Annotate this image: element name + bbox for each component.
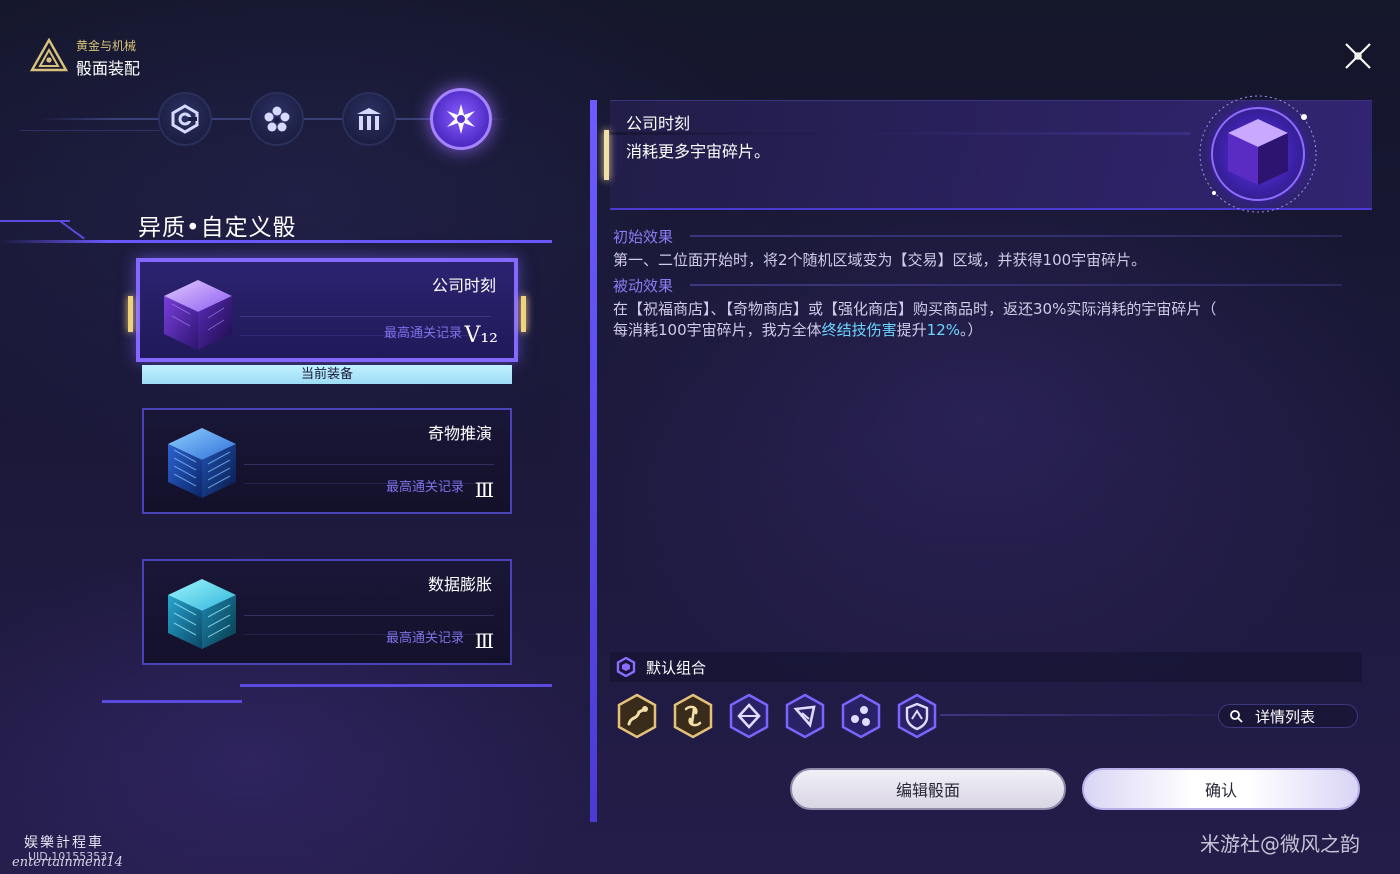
section-rule bbox=[690, 284, 1342, 286]
diamond-icon bbox=[729, 693, 769, 739]
combo-chip-1[interactable] bbox=[614, 693, 660, 739]
category-hex-c-button[interactable] bbox=[158, 92, 212, 146]
section-underline bbox=[0, 240, 552, 243]
passive-effect-text-2: 每消耗100宇宙碎片，我方全体终结技伤害提升12%。） bbox=[613, 320, 1358, 341]
combo-chip-6[interactable] bbox=[894, 693, 940, 739]
pillars-icon bbox=[357, 108, 381, 130]
record-value: V₁₂ bbox=[464, 323, 498, 348]
watermark-script: entertainment14 bbox=[12, 855, 123, 870]
triangle-emblem-icon bbox=[30, 38, 68, 72]
passive-effect-text-segment: 。） bbox=[960, 321, 983, 339]
confirm-label: 确认 bbox=[1204, 781, 1237, 800]
passive-effect-text-segment: 每消耗100宇宙碎片，我方全体 bbox=[613, 321, 822, 339]
category-flower-button[interactable] bbox=[250, 92, 304, 146]
section-title: 异质•自定义骰 bbox=[138, 215, 297, 241]
selection-marker-right bbox=[521, 296, 526, 332]
combo-chip-3[interactable] bbox=[726, 693, 772, 739]
dice-name: 公司时刻 bbox=[431, 276, 496, 295]
decor-line bbox=[59, 220, 85, 240]
combo-chip-2[interactable] bbox=[670, 693, 716, 739]
combo-chip-4[interactable] bbox=[782, 693, 828, 739]
highlight-value: 12% bbox=[926, 321, 961, 339]
category-pillars-button[interactable] bbox=[342, 92, 396, 146]
edit-dice-label: 编辑骰面 bbox=[895, 781, 960, 800]
watermark-right: 米游社@微风之韵 bbox=[1200, 832, 1360, 856]
initial-effect-text: 第一、二位面开始时，将2个随机区域变为【交易】区域，并获得100宇宙碎片。 bbox=[613, 251, 1147, 269]
flag-icon bbox=[785, 693, 825, 739]
confirm-button[interactable]: 确认 bbox=[1082, 768, 1360, 810]
shield-icon bbox=[897, 693, 937, 739]
passive-effect-label: 被动效果 bbox=[613, 277, 674, 295]
cyan-cube-icon bbox=[168, 579, 236, 649]
detail-list-button[interactable]: 详情列表 bbox=[1218, 704, 1358, 728]
record-value: Ⅲ bbox=[474, 478, 494, 502]
initial-effect-label: 初始效果 bbox=[613, 228, 674, 246]
header-subtitle: 黄金与机械 bbox=[76, 39, 137, 53]
header-marker bbox=[604, 130, 609, 180]
watermark-left: 娱樂計程車 bbox=[24, 835, 104, 851]
decor-line bbox=[940, 714, 1220, 716]
detail-title: 公司时刻 bbox=[626, 114, 691, 133]
hex-c-icon bbox=[171, 104, 199, 134]
combo-header-bar bbox=[610, 652, 1362, 682]
dice-card[interactable]: 数据膨胀 最高通关记录 Ⅲ bbox=[142, 559, 512, 665]
record-label: 最高通关记录 bbox=[385, 480, 464, 495]
dice-card-selected[interactable]: 公司时刻 最高通关记录 V₁₂ bbox=[128, 258, 526, 362]
category-star-burst-button[interactable] bbox=[430, 88, 492, 150]
dice-name: 数据膨胀 bbox=[427, 575, 492, 594]
combo-title: 默认组合 bbox=[646, 659, 707, 677]
flower-icon bbox=[264, 106, 290, 132]
decor-line bbox=[102, 700, 242, 703]
decor-line bbox=[610, 132, 1190, 135]
detail-tagline: 消耗更多宇宙碎片。 bbox=[626, 142, 771, 161]
arrow-path-icon bbox=[617, 693, 657, 739]
passive-effect-text-segment: 提升 bbox=[896, 321, 927, 339]
record-label: 最高通关记录 bbox=[383, 326, 462, 341]
dice-card[interactable]: 奇物推演 最高通关记录 Ⅲ bbox=[142, 408, 512, 514]
vortex-icon bbox=[673, 693, 713, 739]
combo-chip-5[interactable] bbox=[838, 693, 884, 739]
record-label: 最高通关记录 bbox=[385, 631, 464, 646]
cluster-icon bbox=[841, 693, 881, 739]
highlight-keyword: 终结技伤害 bbox=[821, 321, 897, 339]
detail-list-label: 详情列表 bbox=[1255, 707, 1316, 726]
blue-cube-icon bbox=[168, 428, 236, 498]
passive-effect-text: 在【祝福商店】、【奇物商店】或【强化商店】购买商品时，返还30%实际消耗的宇宙碎… bbox=[613, 300, 1217, 318]
edit-dice-button[interactable]: 编辑骰面 bbox=[790, 768, 1066, 810]
record-value: Ⅲ bbox=[474, 629, 494, 653]
decor-line bbox=[240, 684, 552, 687]
purple-cube-icon bbox=[164, 280, 232, 350]
page-title: 骰面装配 bbox=[76, 59, 141, 78]
selection-marker-left bbox=[128, 296, 133, 332]
dice-name: 奇物推演 bbox=[427, 424, 492, 443]
section-rule bbox=[690, 235, 1342, 237]
search-icon bbox=[1230, 710, 1243, 723]
panel-divider bbox=[590, 100, 597, 822]
equipped-badge: 当前装备 bbox=[142, 365, 512, 384]
hex-ring-icon bbox=[616, 657, 636, 677]
close-icon[interactable] bbox=[1340, 38, 1376, 74]
detail-cube-icon bbox=[1199, 95, 1317, 213]
star-burst-icon bbox=[447, 104, 475, 134]
category-track-accent bbox=[20, 130, 160, 131]
